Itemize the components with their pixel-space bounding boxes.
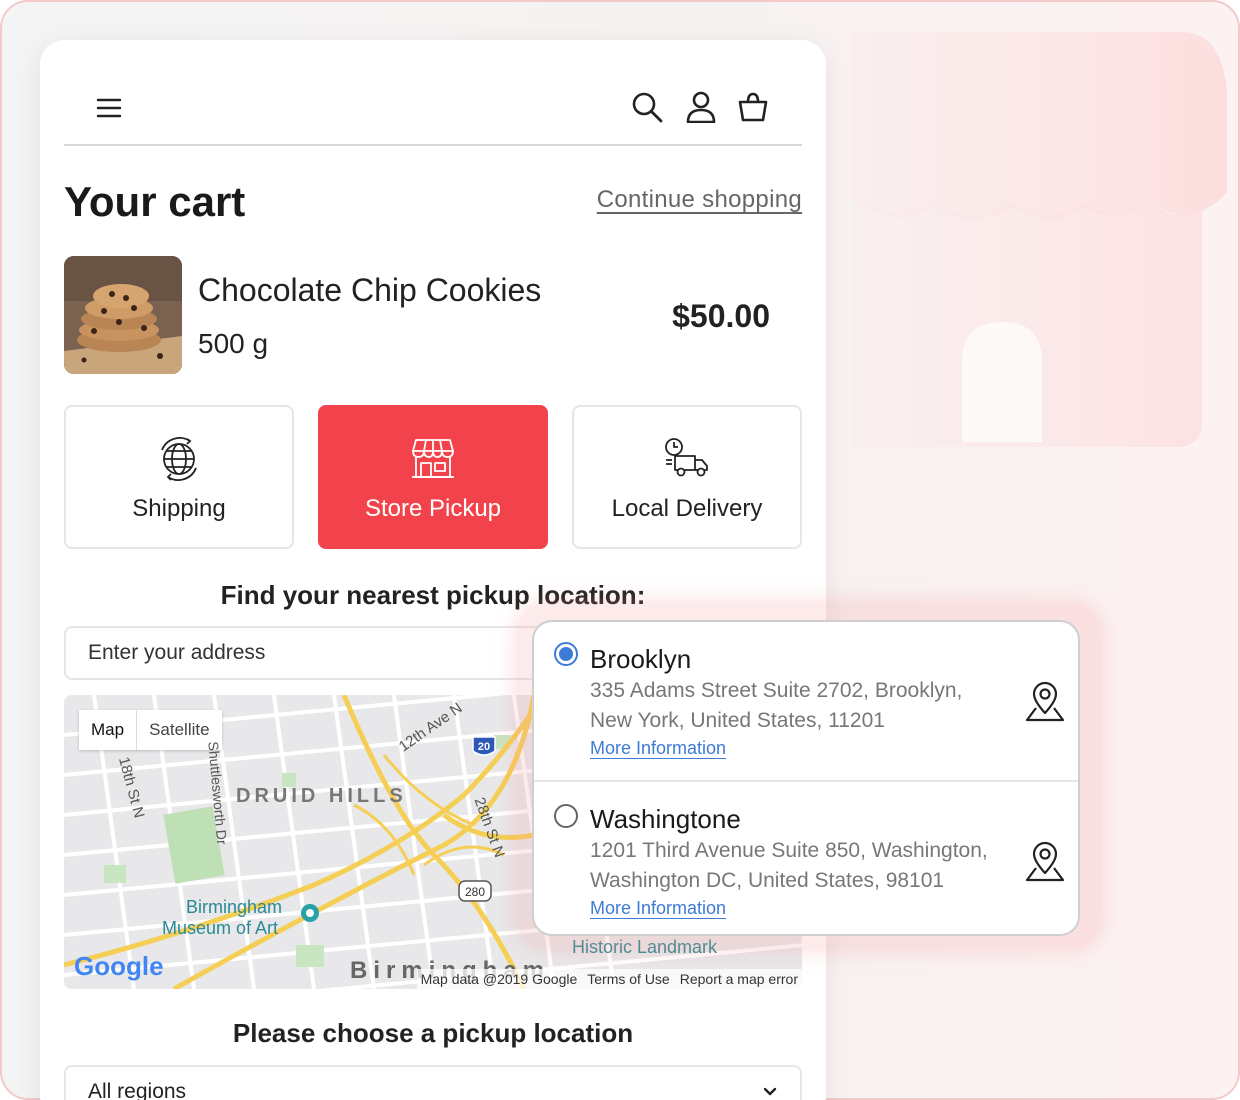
map-tab-map[interactable]: Map xyxy=(79,710,138,750)
continue-shopping-link[interactable]: Continue shopping xyxy=(597,186,802,214)
map-label-druid-hills: DRUID HILLS xyxy=(236,785,407,807)
location-item-washingtone[interactable]: Washingtone 1201 Third Avenue Suite 850,… xyxy=(534,780,1078,934)
location-address-line1: 335 Adams Street Suite 2702, Brooklyn, xyxy=(590,679,963,702)
map-type-toggle: Map Satellite xyxy=(79,710,222,750)
location-radio-washingtone[interactable] xyxy=(554,804,578,828)
top-navigation-bar xyxy=(64,70,802,146)
hamburger-icon[interactable] xyxy=(94,94,124,122)
more-information-link[interactable]: More Information xyxy=(590,898,726,919)
route-280-shield: 280 xyxy=(458,880,492,902)
product-image xyxy=(64,256,182,374)
page-title: Your cart xyxy=(64,178,246,225)
pickup-location-list: Brooklyn 335 Adams Street Suite 2702, Br… xyxy=(532,620,1080,936)
map-pin-icon[interactable] xyxy=(1024,680,1066,729)
location-address-line2: Washington DC, United States, 98101 xyxy=(590,869,945,892)
store-pickup-label: Store Pickup xyxy=(364,495,502,522)
chevron-down-icon xyxy=(762,1081,778,1100)
search-icon[interactable] xyxy=(630,90,664,124)
region-select[interactable]: All regions xyxy=(64,1065,802,1100)
shipping-label: Shipping xyxy=(132,495,226,522)
interstate-20-shield: 20 xyxy=(472,736,496,756)
more-information-link[interactable]: More Information xyxy=(590,738,726,759)
map-data-credit: Map data @2019 Google xyxy=(420,971,578,987)
region-select-value: All regions xyxy=(88,1080,187,1100)
map-label-museum-line1: Birmingham xyxy=(186,897,283,917)
map-label-museum-line2: Museum of Art xyxy=(162,918,279,938)
local-delivery-option[interactable]: Local Delivery xyxy=(572,405,802,549)
product-name[interactable]: Chocolate Chip Cookies xyxy=(198,272,541,309)
user-icon[interactable] xyxy=(684,90,718,124)
location-name: Washingtone xyxy=(590,804,741,834)
terms-of-use-link[interactable]: Terms of Use xyxy=(587,971,669,987)
shipping-option[interactable]: Shipping xyxy=(64,405,294,549)
location-name: Brooklyn xyxy=(590,644,692,674)
globe-icon xyxy=(156,435,202,483)
local-delivery-label: Local Delivery xyxy=(611,495,763,522)
location-radio-brooklyn[interactable] xyxy=(554,642,578,666)
storefront-icon xyxy=(410,435,456,483)
report-map-error-link[interactable]: Report a map error xyxy=(680,971,798,987)
delivery-truck-icon xyxy=(663,435,711,483)
location-address: 335 Adams Street Suite 2702, Brooklyn, N… xyxy=(590,676,1010,736)
location-address: 1201 Third Avenue Suite 850, Washington,… xyxy=(590,836,1010,896)
product-price: $50.00 xyxy=(672,298,770,334)
shopping-bag-icon[interactable] xyxy=(736,90,770,124)
product-weight: 500 g xyxy=(198,328,269,359)
location-address-line1: 1201 Third Avenue Suite 850, Washington, xyxy=(590,839,988,862)
location-item-brooklyn[interactable]: Brooklyn 335 Adams Street Suite 2702, Br… xyxy=(534,622,1078,780)
map-pin-icon[interactable] xyxy=(1024,840,1066,889)
google-logo: Google xyxy=(74,951,164,981)
map-attribution: Map data @2019 Google Terms of Use Repor… xyxy=(416,969,802,989)
choose-location-heading: Please choose a pickup location xyxy=(232,1018,634,1048)
background-storefront-illustration xyxy=(852,32,1227,447)
route-280-label: 280 xyxy=(465,885,485,899)
store-pickup-option[interactable]: Store Pickup xyxy=(318,405,548,549)
location-address-line2: New York, United States, 11201 xyxy=(590,709,885,732)
interstate-20-label: 20 xyxy=(478,741,490,753)
